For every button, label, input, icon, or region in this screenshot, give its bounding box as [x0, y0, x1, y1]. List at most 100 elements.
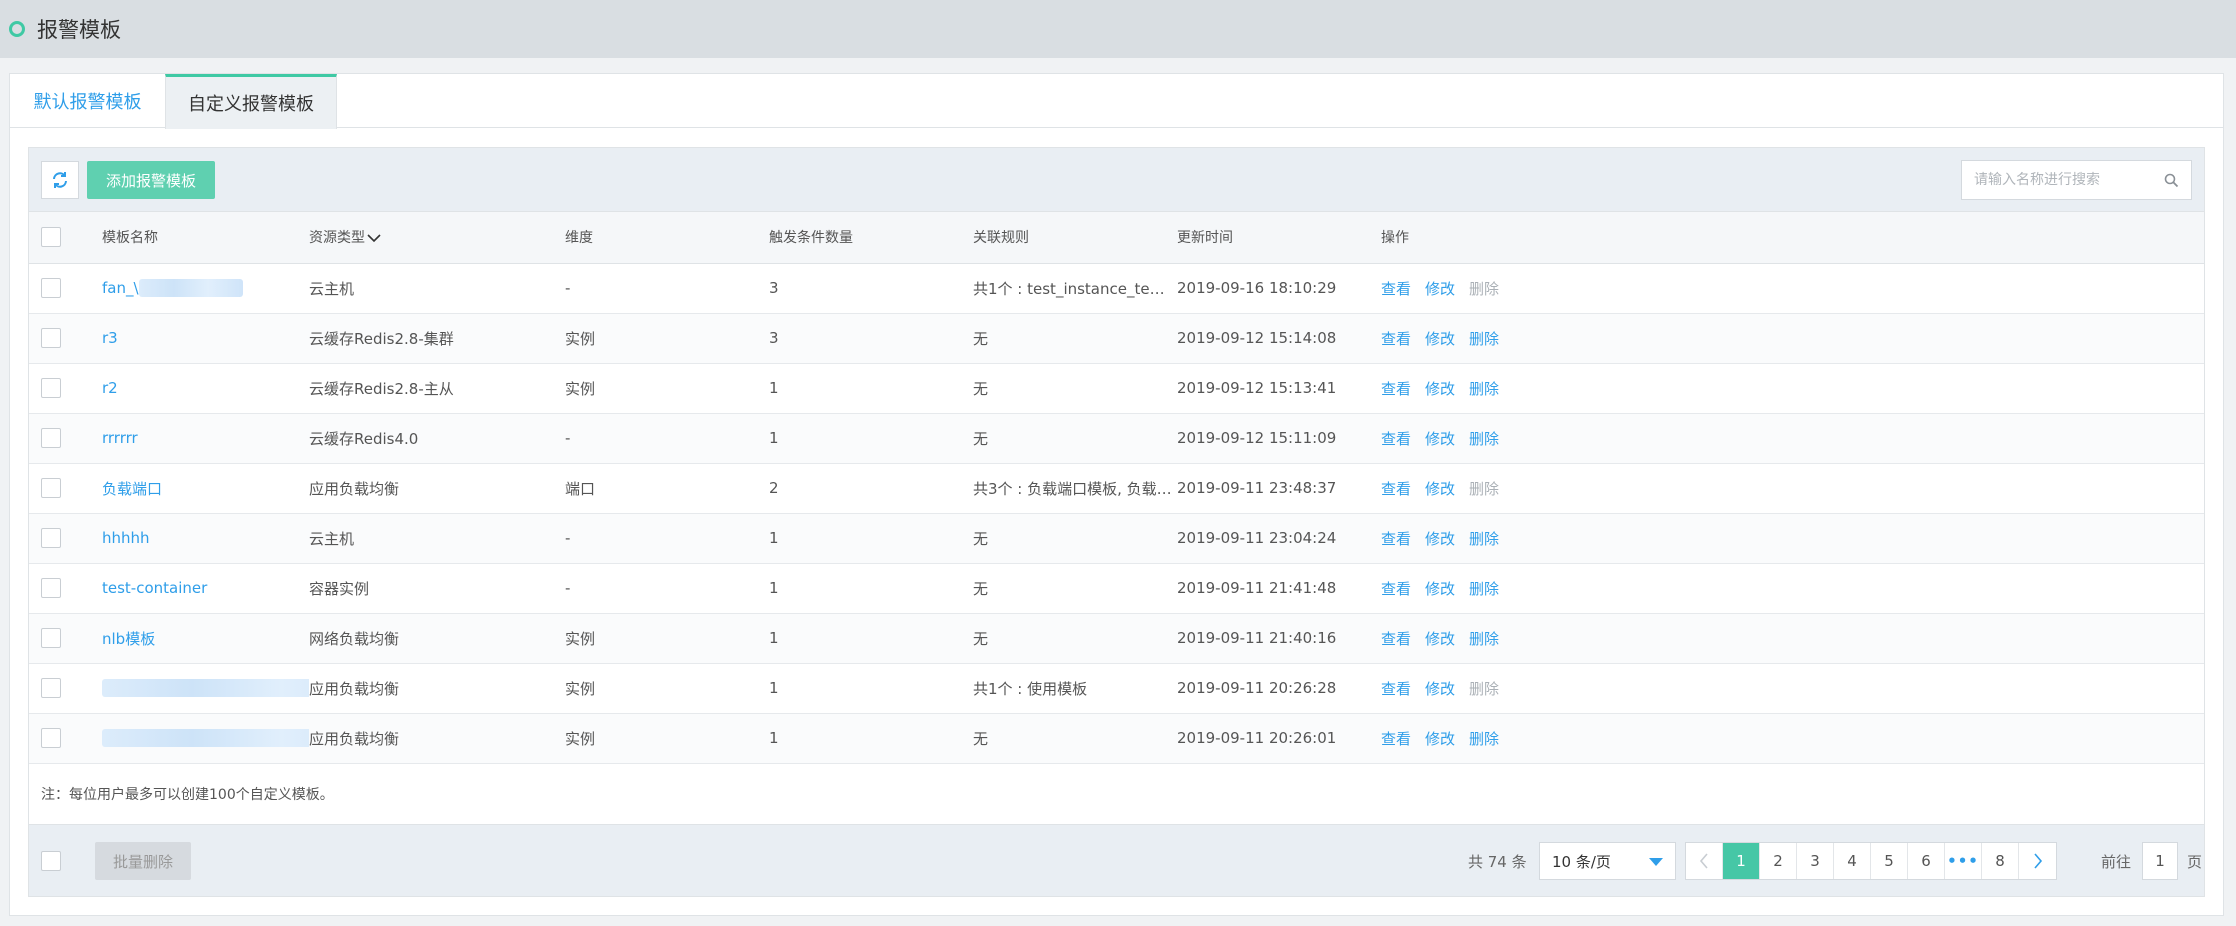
- view-link[interactable]: 查看: [1381, 330, 1411, 348]
- delete-link[interactable]: 删除: [1469, 630, 1499, 648]
- table-row: r2 云缓存Redis2.8-主从 实例 1 无 2019-09-12 15:13:41 查…: [29, 363, 2204, 413]
- resource-type-cell: 网络负载均衡: [309, 629, 400, 648]
- table-row: .应用负载均衡 实例 1 无 2019-09-11 20:26:01 查看修改删除: [29, 713, 2204, 763]
- chevron-down-icon[interactable]: [367, 233, 381, 243]
- row-checkbox[interactable]: [41, 678, 61, 698]
- edit-link[interactable]: 修改: [1425, 480, 1455, 498]
- status-ring-icon: [9, 21, 25, 37]
- page-size-select[interactable]: 10 条/页: [1539, 842, 1676, 880]
- template-name-link[interactable]: hhhhh: [102, 529, 150, 547]
- edit-link[interactable]: 修改: [1425, 680, 1455, 698]
- next-page-button[interactable]: [2019, 843, 2056, 879]
- page-button[interactable]: 3: [1797, 843, 1834, 879]
- row-select-cell: [29, 513, 102, 563]
- actions-cell: 查看 修改 删除: [1381, 663, 2204, 713]
- template-name-cell: .: [102, 713, 309, 763]
- footer-select-all-checkbox[interactable]: [41, 851, 61, 871]
- total-count: 共 74 条: [1468, 853, 1527, 871]
- add-template-button[interactable]: 添加报警模板: [87, 161, 215, 199]
- row-checkbox[interactable]: [41, 278, 61, 298]
- page-button[interactable]: 5: [1871, 843, 1908, 879]
- template-name-cell: r2: [102, 363, 309, 413]
- update-time-cell: 2019-09-12 15:14:08: [1177, 329, 1337, 347]
- view-link[interactable]: 查看: [1381, 280, 1411, 298]
- template-name-link[interactable]: fan_\: [102, 279, 139, 297]
- view-link[interactable]: 查看: [1381, 580, 1411, 598]
- col-update-time: 更新时间: [1177, 212, 1381, 264]
- edit-link[interactable]: 修改: [1425, 380, 1455, 398]
- resource-type-cell: 容器实例: [309, 579, 370, 598]
- trigger-count-cell: 1: [769, 379, 779, 397]
- bulk-delete-button[interactable]: 批量删除: [95, 842, 191, 880]
- edit-link[interactable]: 修改: [1425, 730, 1455, 748]
- template-name-cell: hhhhh: [102, 513, 309, 563]
- delete-link[interactable]: 删除: [1469, 580, 1499, 598]
- template-name-link[interactable]: rrrrrr: [102, 429, 138, 447]
- page-button[interactable]: 4: [1834, 843, 1871, 879]
- main-panel: 默认报警模板 自定义报警模板 添加报警模板 请输入名称进行搜索 模板名称 资源类…: [9, 73, 2224, 916]
- table-row: 负载端口 应用负载均衡 端口 2 共3个 : 负载端口模板, 负载端口模板, ...20…: [29, 463, 2204, 513]
- edit-link[interactable]: 修改: [1425, 280, 1455, 298]
- dimension-cell: 实例: [565, 629, 596, 648]
- row-checkbox[interactable]: [41, 578, 61, 598]
- view-link[interactable]: 查看: [1381, 430, 1411, 448]
- delete-link[interactable]: 删除: [1469, 530, 1499, 548]
- row-checkbox[interactable]: [41, 478, 61, 498]
- delete-link[interactable]: 删除: [1469, 380, 1499, 398]
- row-checkbox[interactable]: [41, 528, 61, 548]
- page-button[interactable]: 8: [1982, 843, 2019, 879]
- search-input[interactable]: [1962, 161, 2152, 199]
- prev-page-button[interactable]: [1686, 843, 1723, 879]
- page-button[interactable]: 1: [1723, 843, 1760, 879]
- goto-page-input[interactable]: 1: [2142, 842, 2178, 880]
- row-checkbox[interactable]: [41, 378, 61, 398]
- dimension-cell: -: [565, 529, 571, 547]
- update-time-cell: 2019-09-11 20:26:01: [1177, 729, 1337, 747]
- linked-rules-cell: 无: [973, 329, 989, 348]
- trigger-count-cell: 3: [769, 279, 779, 297]
- delete-link[interactable]: 删除: [1469, 730, 1499, 748]
- resource-type-cell: 云主机: [309, 529, 355, 548]
- trigger-count-cell: 1: [769, 579, 779, 597]
- view-link[interactable]: 查看: [1381, 680, 1411, 698]
- edit-link[interactable]: 修改: [1425, 630, 1455, 648]
- linked-rules-cell: 无: [973, 729, 989, 748]
- template-name-link[interactable]: r3: [102, 329, 118, 347]
- edit-link[interactable]: 修改: [1425, 330, 1455, 348]
- view-link[interactable]: 查看: [1381, 730, 1411, 748]
- view-link[interactable]: 查看: [1381, 630, 1411, 648]
- view-link[interactable]: 查看: [1381, 380, 1411, 398]
- template-name-link[interactable]: test-container: [102, 579, 207, 597]
- refresh-button[interactable]: [41, 161, 79, 199]
- edit-link[interactable]: 修改: [1425, 430, 1455, 448]
- template-name-link[interactable]: r2: [102, 379, 118, 397]
- view-link[interactable]: 查看: [1381, 480, 1411, 498]
- select-all-checkbox[interactable]: [41, 227, 61, 248]
- row-checkbox[interactable]: [41, 428, 61, 448]
- delete-link[interactable]: 删除: [1469, 330, 1499, 348]
- edit-link[interactable]: 修改: [1425, 530, 1455, 548]
- page-ellipsis[interactable]: •••: [1945, 843, 1982, 879]
- row-checkbox[interactable]: [41, 328, 61, 348]
- template-name-link[interactable]: nlb模板: [102, 630, 155, 648]
- template-name-link[interactable]: 负载端口: [102, 480, 162, 498]
- col-dimension: 维度: [565, 212, 769, 264]
- search-icon[interactable]: [2164, 173, 2179, 188]
- delete-link[interactable]: 删除: [1469, 430, 1499, 448]
- goto-suffix: 页: [2187, 853, 2203, 871]
- linked-rules-cell: 共3个 : 负载端口模板, 负载端口模板, ...: [973, 479, 1177, 498]
- edit-link[interactable]: 修改: [1425, 580, 1455, 598]
- table-footer: 批量删除 共 74 条 10 条/页 1 2 3 4 5 6 ••• 8 前往 1 页: [29, 824, 2204, 896]
- template-table: 模板名称 资源类型 维度 触发条件数量 关联规则 更新时间 操作 fan_\ 云主…: [29, 212, 2204, 764]
- row-checkbox[interactable]: [41, 628, 61, 648]
- row-select-cell: [29, 613, 102, 663]
- trigger-count-cell: 1: [769, 529, 779, 547]
- view-link[interactable]: 查看: [1381, 530, 1411, 548]
- col-resource-type[interactable]: 资源类型: [309, 212, 565, 264]
- page-title: 报警模板: [37, 18, 121, 42]
- tab-custom-templates[interactable]: 自定义报警模板: [165, 74, 337, 129]
- tab-default-templates[interactable]: 默认报警模板: [10, 74, 165, 128]
- page-button[interactable]: 2: [1760, 843, 1797, 879]
- page-button[interactable]: 6: [1908, 843, 1945, 879]
- row-checkbox[interactable]: [41, 728, 61, 748]
